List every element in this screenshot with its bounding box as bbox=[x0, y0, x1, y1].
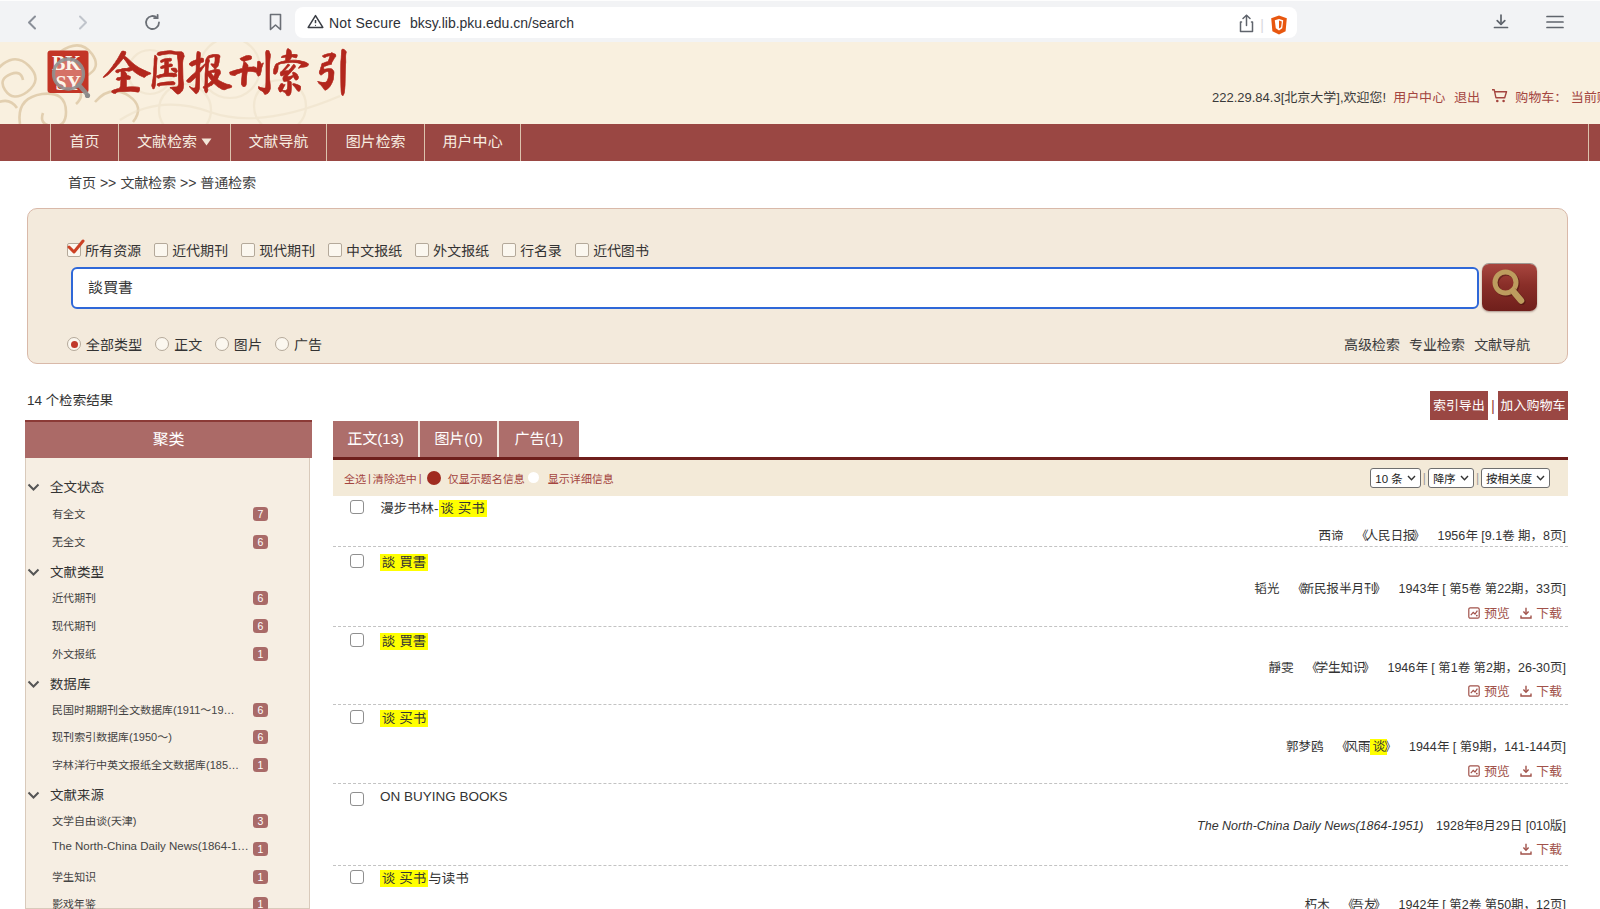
svg-text:SY: SY bbox=[56, 72, 82, 94]
